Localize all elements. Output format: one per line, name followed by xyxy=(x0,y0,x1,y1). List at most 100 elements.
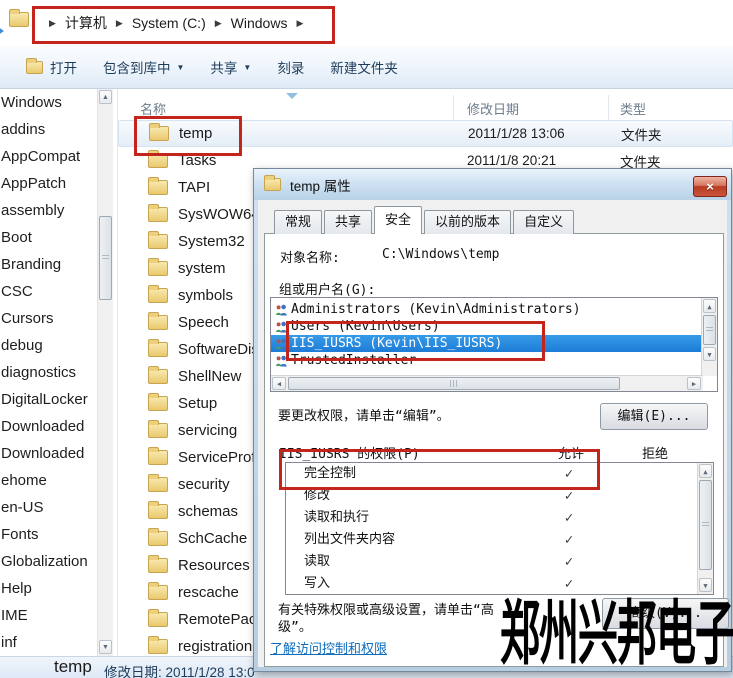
tree-item-appcompat[interactable]: AppCompat xyxy=(0,143,97,170)
status-item-detail: 修改日期: 2011/1/28 13:0 xyxy=(104,661,255,678)
back-arrow-icon[interactable] xyxy=(0,24,4,38)
tree-item-en-us[interactable]: en-US xyxy=(0,494,97,521)
tree-item-debug[interactable]: debug xyxy=(0,332,97,359)
column-header-name[interactable]: 名称 xyxy=(140,99,166,118)
users-icon xyxy=(275,321,288,333)
permission-row[interactable]: 列出文件夹内容✓ xyxy=(286,529,713,551)
tree-item-branding[interactable]: Branding xyxy=(0,251,97,278)
column-header-type[interactable]: 类型 xyxy=(620,99,646,118)
tree-item-downloaded[interactable]: Downloaded xyxy=(0,413,97,440)
toolbar-item-2[interactable]: 包含到库中▼ xyxy=(103,57,184,77)
scroll-up-icon[interactable]: ▲ xyxy=(703,299,716,313)
chevron-down-icon: ▼ xyxy=(243,63,251,72)
tab-共享[interactable]: 共享 xyxy=(324,210,372,234)
column-divider[interactable] xyxy=(608,95,609,120)
breadcrumb-segment[interactable]: System (C:) xyxy=(132,15,206,31)
tree-item-csc[interactable]: CSC xyxy=(0,278,97,305)
tree-item-downloaded[interactable]: Downloaded xyxy=(0,440,97,467)
folder-icon xyxy=(148,234,168,249)
group-name: IIS_IUSRS (Kevin\IIS_IUSRS) xyxy=(291,336,502,351)
close-icon[interactable]: × xyxy=(693,176,727,197)
tree-item-apppatch[interactable]: AppPatch xyxy=(0,170,97,197)
permission-row[interactable]: 写入✓ xyxy=(286,573,713,595)
scroll-down-icon[interactable]: ▼ xyxy=(99,640,112,654)
tree-item-globalization[interactable]: Globalization xyxy=(0,548,97,575)
folder-icon xyxy=(148,504,168,519)
breadcrumb-segment[interactable]: 计算机 xyxy=(65,13,107,33)
folder-icon xyxy=(148,423,168,438)
file-row[interactable]: temp2011/1/28 13:06文件夹 xyxy=(118,120,733,147)
tree-item-help[interactable]: Help xyxy=(0,575,97,602)
folder-icon xyxy=(148,315,168,330)
group-row-1[interactable]: Administrators (Kevin\Administrators) xyxy=(271,301,581,318)
edit-hint-text: 要更改权限，请单击“编辑”。 xyxy=(278,405,450,424)
scroll-down-icon[interactable]: ▼ xyxy=(703,347,716,361)
toolbar-item-5[interactable]: 新建文件夹 xyxy=(330,57,398,77)
tree-item-addins[interactable]: addins xyxy=(0,116,97,143)
permissions-vscrollbar[interactable]: ▲ ▼ xyxy=(697,463,713,594)
permission-row[interactable]: 读取✓ xyxy=(286,551,713,573)
group-row-3[interactable]: IIS_IUSRS (Kevin\IIS_IUSRS) xyxy=(271,335,702,352)
breadcrumb-segment[interactable]: Windows xyxy=(231,15,288,31)
scrollbar-thumb[interactable] xyxy=(703,315,716,345)
group-name: TrustedInstaller xyxy=(291,353,416,368)
tree-item-inf[interactable]: inf xyxy=(0,629,97,656)
tab-以前的版本[interactable]: 以前的版本 xyxy=(424,210,511,234)
toolbar-item-1[interactable]: 打开 xyxy=(26,57,77,77)
file-name: SchCache xyxy=(178,530,247,547)
tab-安全[interactable]: 安全 xyxy=(374,206,422,234)
file-name: Resources xyxy=(178,557,250,574)
tree-item-boot[interactable]: Boot xyxy=(0,224,97,251)
allow-checkmark-icon[interactable]: ✓ xyxy=(554,529,584,551)
folder-icon xyxy=(149,126,169,141)
allow-checkmark-icon[interactable]: ✓ xyxy=(554,507,584,529)
permission-row[interactable]: 修改✓ xyxy=(286,485,713,507)
group-list-hscrollbar[interactable]: ◀ ▶ xyxy=(271,375,703,391)
sidebar-scrollbar[interactable]: ▲ ▼ xyxy=(97,89,113,656)
permission-row[interactable]: 完全控制✓ xyxy=(286,463,713,485)
tree-item-assembly[interactable]: assembly xyxy=(0,197,97,224)
tree-item-diagnostics[interactable]: diagnostics xyxy=(0,359,97,386)
scroll-right-icon[interactable]: ▶ xyxy=(687,377,701,390)
tree-item-ime[interactable]: IME xyxy=(0,602,97,629)
learn-about-access-link[interactable]: 了解访问控制和权限 xyxy=(270,638,387,657)
object-name-value: C:\Windows\temp xyxy=(382,247,499,262)
toolbar-item-4[interactable]: 刻录 xyxy=(277,57,304,77)
sort-arrow-icon[interactable] xyxy=(286,93,298,99)
group-row-2[interactable]: Users (Kevin\Users) xyxy=(271,318,440,335)
tree-item-digitallocker[interactable]: DigitalLocker xyxy=(0,386,97,413)
group-list-vscrollbar[interactable]: ▲ ▼ xyxy=(701,298,717,376)
allow-checkmark-icon[interactable]: ✓ xyxy=(554,485,584,507)
allow-checkmark-icon[interactable]: ✓ xyxy=(554,463,584,485)
tab-常规[interactable]: 常规 xyxy=(274,210,322,234)
scrollbar-thumb[interactable] xyxy=(288,377,620,390)
tree-item-ehome[interactable]: ehome xyxy=(0,467,97,494)
tree-item-cursors[interactable]: Cursors xyxy=(0,305,97,332)
scrollbar-thumb[interactable] xyxy=(99,216,112,300)
dialog-titlebar[interactable]: temp 属性 xyxy=(254,169,731,200)
tab-strip: 常规共享安全以前的版本自定义 xyxy=(274,206,576,234)
tree-item-windows[interactable]: Windows xyxy=(0,89,97,116)
scroll-up-icon[interactable]: ▲ xyxy=(99,90,112,104)
permission-row[interactable]: 读取和执行✓ xyxy=(286,507,713,529)
breadcrumb-chevron-icon: ▶ xyxy=(296,18,303,29)
scroll-left-icon[interactable]: ◀ xyxy=(272,377,286,390)
folder-icon xyxy=(148,288,168,303)
folder-icon xyxy=(148,180,168,195)
group-row-4[interactable]: TrustedInstaller xyxy=(271,352,416,369)
advanced-button[interactable]: 高级(V)... xyxy=(602,598,729,629)
folder-tree: WindowsaddinsAppCompatAppPatchassemblyBo… xyxy=(0,89,97,656)
column-header-date[interactable]: 修改日期 xyxy=(467,99,519,118)
properties-dialog: temp 属性 × 常规共享安全以前的版本自定义 对象名称: C:\Window… xyxy=(253,168,732,672)
scroll-down-icon[interactable]: ▼ xyxy=(699,578,712,592)
tree-item-fonts[interactable]: Fonts xyxy=(0,521,97,548)
scrollbar-thumb[interactable] xyxy=(699,480,712,570)
allow-checkmark-icon[interactable]: ✓ xyxy=(554,573,584,595)
dialog-body: 常规共享安全以前的版本自定义 对象名称: C:\Windows\temp 组或用… xyxy=(258,200,727,667)
toolbar-item-3[interactable]: 共享▼ xyxy=(210,57,251,77)
edit-button[interactable]: 编辑(E)... xyxy=(600,403,708,430)
tab-自定义[interactable]: 自定义 xyxy=(513,210,574,234)
allow-checkmark-icon[interactable]: ✓ xyxy=(554,551,584,573)
column-divider[interactable] xyxy=(453,95,454,120)
scroll-up-icon[interactable]: ▲ xyxy=(699,464,712,478)
